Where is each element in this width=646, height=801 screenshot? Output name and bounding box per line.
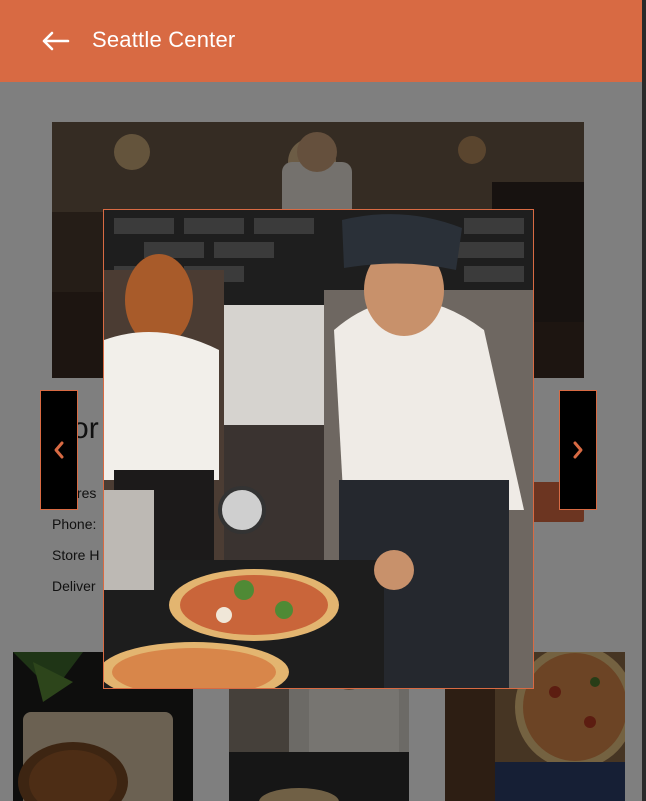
lightbox-image bbox=[103, 209, 534, 689]
back-button[interactable] bbox=[36, 24, 74, 58]
arrow-left-icon bbox=[42, 31, 70, 51]
next-image-button[interactable] bbox=[559, 390, 597, 510]
page-title: Seattle Center bbox=[92, 27, 236, 52]
chevron-right-icon bbox=[573, 441, 583, 459]
app-bar: Seattle Center bbox=[0, 0, 642, 82]
window-edge bbox=[642, 0, 646, 801]
previous-image-button[interactable] bbox=[40, 390, 78, 510]
chevron-left-icon bbox=[54, 441, 64, 459]
